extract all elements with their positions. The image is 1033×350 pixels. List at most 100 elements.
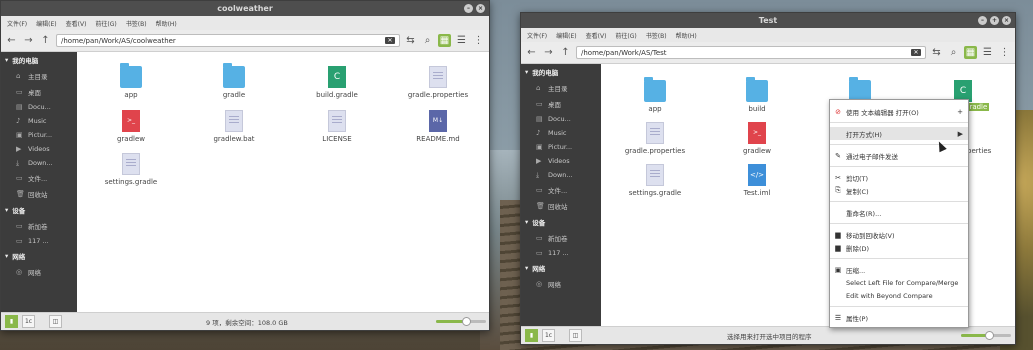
sidebar-item-videos[interactable]: ▶ Videos [521,154,601,168]
zoom-slider-knob[interactable] [984,331,994,340]
file-item-gradlew-bat[interactable]: gradlew.bat [198,110,270,143]
toggle-location-icon[interactable]: ⇆ [930,46,943,59]
back-arrow-icon[interactable]: ← [5,34,18,47]
sidebar-item-music[interactable]: ♪ Music [521,126,601,140]
sidebar-item-trash[interactable]: 🗑 回收站 [521,198,601,214]
sidebar-item-filesystem[interactable]: ▭ 文件... [1,170,77,186]
menu-file[interactable]: 文件(F) [527,31,547,40]
icon-view-icon[interactable]: ▦ [438,34,451,47]
close-button[interactable]: × [476,4,485,13]
menu-item-rename[interactable]: 重命名(R)... [830,206,968,219]
file-item-gradlew[interactable]: >_ gradlew [721,122,793,155]
sidebar-item-volume[interactable]: ▭ 新加卷 [1,218,77,234]
sidebar-item-trash[interactable]: 🗑 回收站 [1,186,77,202]
window-titlebar[interactable]: coolweather – × [1,1,489,16]
file-item-gradle-properties[interactable]: gradle.properties [619,122,691,155]
sidebar-item-pictures[interactable]: ▣ Pictur... [1,128,77,142]
sidebar-item-videos[interactable]: ▶ Videos [1,142,77,156]
sidebar-item-desktop[interactable]: ▭ 桌面 [521,96,601,112]
sidebar-item-home[interactable]: ⌂ 主目录 [1,68,77,84]
sidebar-item-downloads[interactable]: ⤓ Down... [1,156,77,170]
toggle-location-icon[interactable]: ⇆ [404,34,417,47]
menu-edit[interactable]: 编辑(E) [556,31,576,40]
menu-edit[interactable]: 编辑(E) [36,19,56,28]
menu-help[interactable]: 帮助(H) [156,19,177,28]
compact-view-icon[interactable]: ⋮ [998,46,1011,59]
sidebar-item-volume-117[interactable]: ▭ 117 ... [1,234,77,248]
maximize-button[interactable]: + [990,16,999,25]
zoom-slider-knob[interactable] [462,317,471,326]
sidebar-item-documents[interactable]: ▤ Docu... [521,112,601,126]
file-item-gradlew[interactable]: >_ gradlew [95,110,167,143]
sidebar-item-pictures[interactable]: ▣ Pictur... [521,140,601,154]
forward-arrow-icon[interactable]: → [22,34,35,47]
menu-item-compress[interactable]: ▣ 压缩... [830,263,968,276]
menu-view[interactable]: 查看(V) [586,31,607,40]
show-places-icon[interactable]: ▮ [5,315,18,328]
minimize-button[interactable]: – [464,4,473,13]
hide-sidebar-icon[interactable]: ◫ [49,315,62,328]
list-view-icon[interactable]: ☰ [455,34,468,47]
search-icon[interactable]: ⌕ [947,46,960,59]
icon-view-icon[interactable]: ▦ [964,46,977,59]
forward-arrow-icon[interactable]: → [542,46,555,59]
menu-item-copy[interactable]: ⎘ 复制(C) [830,184,968,197]
show-tree-button[interactable]: 1c [542,329,555,342]
file-item-app[interactable]: app [619,77,691,113]
sidebar-item-network[interactable]: ◎ 网络 [1,264,77,280]
location-bar[interactable]: /home/pan/Work/AS/coolweather ✕ [56,34,400,47]
file-item-gradle-properties[interactable]: gradle.properties [402,66,474,99]
menu-item-edit-beyond-compare[interactable]: Edit with Beyond Compare [830,289,968,302]
file-item-build[interactable]: build [721,77,793,113]
file-item-settings-gradle[interactable]: settings.gradle [619,164,691,197]
show-places-icon[interactable]: ▮ [525,329,538,342]
menu-file[interactable]: 文件(F) [7,19,27,28]
menu-item-properties[interactable]: ☰ 属性(P) [830,311,968,324]
menu-bookmarks[interactable]: 书签(B) [646,31,667,40]
clear-location-icon[interactable]: ✕ [911,49,921,56]
sidebar-item-music[interactable]: ♪ Music [1,114,77,128]
sidebar-item-volume-117[interactable]: ▭ 117 ... [521,246,601,260]
file-item-license[interactable]: LICENSE [301,110,373,143]
sidebar-section-my-computer[interactable]: ▾ 我的电脑 [521,64,601,80]
file-item-gradle[interactable]: gradle [198,63,270,99]
up-arrow-icon[interactable]: ↑ [39,34,52,47]
file-item-settings-gradle[interactable]: settings.gradle [95,153,167,186]
sidebar-section-devices[interactable]: ▾ 设备 [521,214,601,230]
zoom-slider[interactable] [436,317,486,326]
sidebar-item-downloads[interactable]: ⤓ Down... [521,168,601,182]
search-icon[interactable]: ⌕ [421,34,434,47]
close-button[interactable]: × [1002,16,1011,25]
window-titlebar[interactable]: Test – + × [521,13,1015,28]
sidebar-item-volume[interactable]: ▭ 新加卷 [521,230,601,246]
sidebar-item-home[interactable]: ⌂ 主目录 [521,80,601,96]
clear-location-icon[interactable]: ✕ [385,37,395,44]
menu-item-delete[interactable]: ▆ 删除(D) [830,241,968,254]
menu-bookmarks[interactable]: 书签(B) [126,19,147,28]
sidebar-item-network[interactable]: ◎ 网络 [521,276,601,292]
minimize-button[interactable]: – [978,16,987,25]
sidebar-item-documents[interactable]: ▤ Docu... [1,100,77,114]
menu-go[interactable]: 前往(G) [95,19,116,28]
menu-item-send-by-email[interactable]: ✎ 通过电子邮件发送 [830,149,968,162]
zoom-slider[interactable] [961,331,1011,340]
menu-item-open-with-text-editor[interactable]: ⊘ 使用 文本编辑器 打开(O) + [830,105,968,118]
menu-item-cut[interactable]: ✂ 剪切(T) [830,171,968,184]
sidebar-item-desktop[interactable]: ▭ 桌面 [1,84,77,100]
file-item-test-iml[interactable]: </> Test.iml [721,164,793,197]
file-item-readme[interactable]: M↓ README.md [402,110,474,143]
sidebar-section-devices[interactable]: ▾ 设备 [1,202,77,218]
menu-item-move-to-trash[interactable]: ▆ 移动到回收站(V) [830,228,968,241]
menu-view[interactable]: 查看(V) [66,19,87,28]
menu-go[interactable]: 前往(G) [615,31,636,40]
file-view[interactable]: app gradle Cbuild.gradle gradle.properti… [77,52,489,314]
file-item-app[interactable]: app [95,63,167,99]
compact-view-icon[interactable]: ⋮ [472,34,485,47]
sidebar-item-filesystem[interactable]: ▭ 文件... [521,182,601,198]
hide-sidebar-icon[interactable]: ◫ [569,329,582,342]
sidebar-section-network[interactable]: ▾ 网络 [521,260,601,276]
show-tree-button[interactable]: 1c [22,315,35,328]
menu-help[interactable]: 帮助(H) [676,31,697,40]
file-item-build-gradle[interactable]: Cbuild.gradle [301,66,373,99]
sidebar-section-network[interactable]: ▾ 网络 [1,248,77,264]
